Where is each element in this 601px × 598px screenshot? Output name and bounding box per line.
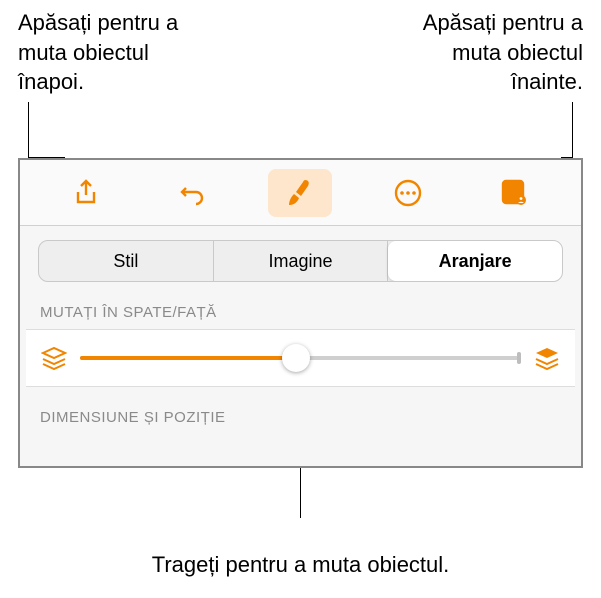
layers-front-icon: [534, 345, 560, 371]
callout-move-back: Apăsați pentru a muta obiectul înapoi.: [18, 8, 218, 97]
tab-image[interactable]: Imagine: [214, 241, 389, 281]
tab-label: Stil: [113, 251, 138, 272]
callout-line: [28, 102, 29, 157]
layer-order-row: [26, 329, 575, 387]
tab-arrange[interactable]: Aranjare: [388, 241, 562, 281]
undo-icon: [178, 178, 208, 208]
slider-track-end: [517, 352, 521, 364]
move-forward-button[interactable]: [533, 344, 561, 372]
share-icon: [71, 178, 101, 208]
callout-drag: Trageți pentru a muta obiectul.: [0, 550, 601, 580]
slider-track-fill: [80, 356, 296, 360]
section-size-position: DIMENSIUNE ȘI POZIȚIE: [40, 409, 561, 426]
tab-label: Imagine: [268, 251, 332, 272]
format-button[interactable]: [268, 169, 332, 217]
tabs: Stil Imagine Aranjare: [38, 240, 563, 282]
presenter-notes-icon: [500, 178, 530, 208]
tab-style[interactable]: Stil: [39, 241, 214, 281]
section-move-back-front: MUTAȚI ÎN SPATE/FAȚĂ: [40, 304, 561, 321]
undo-button[interactable]: [161, 169, 225, 217]
share-button[interactable]: [54, 169, 118, 217]
callout-move-forward: Apăsați pentru a muta obiectul înainte.: [383, 8, 583, 97]
presenter-button[interactable]: [483, 169, 547, 217]
more-icon: [393, 178, 423, 208]
toolbar: [20, 160, 581, 226]
move-back-button[interactable]: [40, 344, 68, 372]
format-panel: Stil Imagine Aranjare MUTAȚI ÎN SPATE/FA…: [18, 158, 583, 468]
layers-back-icon: [41, 345, 67, 371]
brush-icon: [285, 178, 315, 208]
callout-line: [572, 102, 573, 157]
more-button[interactable]: [376, 169, 440, 217]
layer-order-slider[interactable]: [80, 344, 521, 372]
tab-label: Aranjare: [439, 251, 512, 272]
slider-thumb[interactable]: [282, 344, 310, 372]
